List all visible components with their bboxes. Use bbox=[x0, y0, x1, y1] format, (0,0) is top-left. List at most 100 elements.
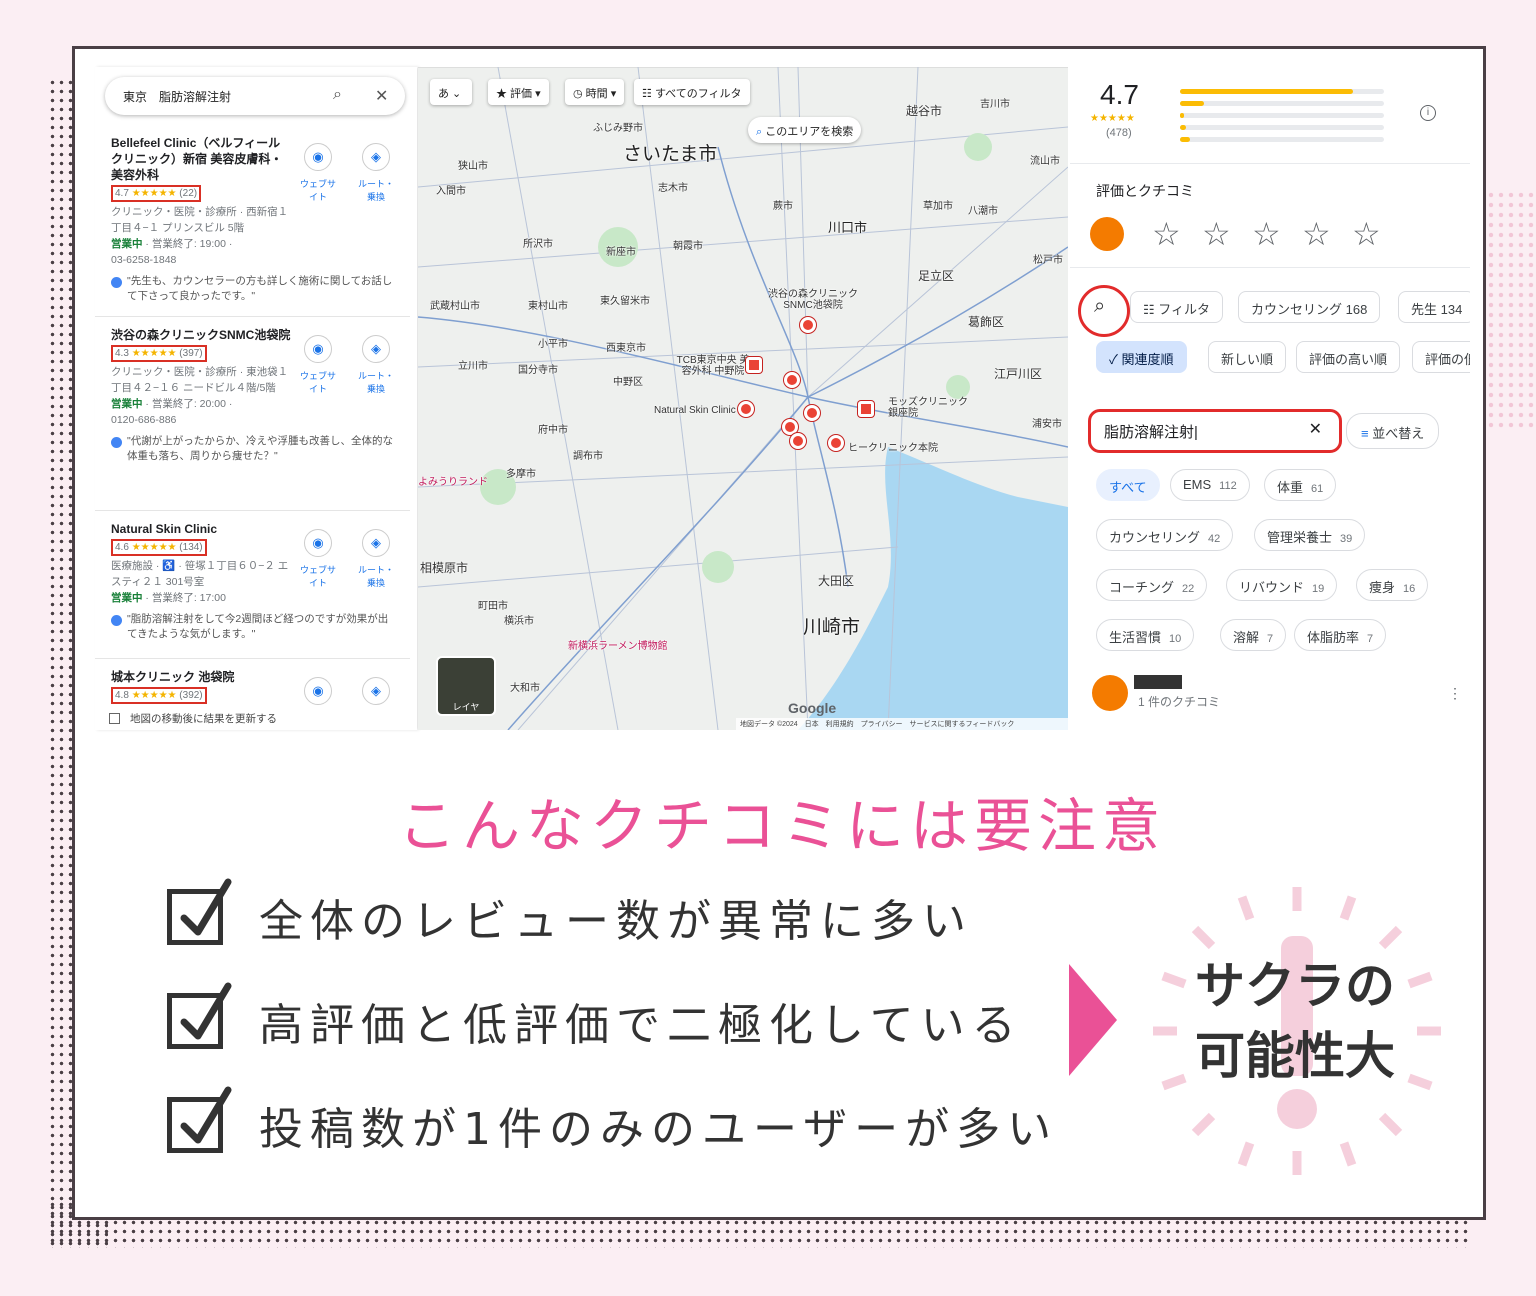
checklist-text: 高評価と低評価で二極化している bbox=[259, 1000, 1023, 1051]
time-filter-chip[interactable]: ◷ 時間 ▾ bbox=[565, 79, 625, 105]
check-icon bbox=[167, 1086, 232, 1153]
route-button[interactable]: ◈ ルート・乗換 bbox=[354, 335, 398, 395]
map-label: ヒークリニック本院 bbox=[848, 443, 938, 454]
place-name[interactable]: 渋谷の森クリニックSNMC池袋院 bbox=[111, 327, 291, 343]
sort-newest-pill[interactable]: 新しい順 bbox=[1208, 341, 1287, 373]
tag-pill[interactable]: 痩身 16 bbox=[1356, 569, 1429, 601]
place-card[interactable]: 城本クリニック 池袋院 4.8 ★★★★★ (392) ◉ ◈ bbox=[95, 661, 410, 709]
reviewer-avatar[interactable] bbox=[1092, 675, 1128, 711]
tag-pill[interactable]: 体脂肪率 7 bbox=[1294, 619, 1387, 651]
website-button[interactable]: ◉ ウェブサイト bbox=[296, 143, 340, 203]
review-total: (478) bbox=[1106, 127, 1132, 139]
rating-highlight: 4.8 ★★★★★ (392) bbox=[111, 687, 207, 704]
tag-pill[interactable]: コーチング 22 bbox=[1096, 569, 1208, 601]
place-card[interactable]: Natural Skin Clinic 4.6 ★★★★★ (134) 医療施設… bbox=[95, 513, 410, 659]
tag-all[interactable]: すべて bbox=[1096, 469, 1160, 501]
map-label: 立川市 bbox=[458, 361, 488, 372]
website-button[interactable]: ◉ ウェブサイト bbox=[296, 335, 340, 395]
map-label: 東久留米市 bbox=[600, 296, 650, 307]
topic-pill[interactable]: 先生 134 bbox=[1398, 291, 1470, 323]
bar-fill bbox=[1180, 89, 1354, 94]
close-icon[interactable]: ✕ bbox=[375, 86, 388, 106]
info-icon[interactable]: i bbox=[1420, 105, 1436, 121]
map-pin[interactable] bbox=[790, 433, 806, 449]
maps-screenshot: 東京 脂肪溶解注射 ⌕ ✕ Bellefeel Clinic（ベルフィールクリニ… bbox=[95, 67, 1470, 730]
filter-pill[interactable]: ☷ フィルタ bbox=[1130, 291, 1224, 323]
map-pin[interactable] bbox=[804, 405, 820, 421]
tag-pill[interactable]: 溶解 7 bbox=[1220, 619, 1287, 651]
divider bbox=[1070, 267, 1470, 268]
review-snippet: "脂肪溶解注射をして今2週間ほど経つのですが効果が出てきたような気がします。" bbox=[111, 612, 396, 642]
star-icon[interactable]: ☆ bbox=[1302, 215, 1331, 253]
map-pin[interactable] bbox=[828, 435, 844, 451]
star-icon[interactable]: ☆ bbox=[1252, 215, 1281, 253]
sort-relevance-pill[interactable]: ✓ 関連度順 bbox=[1096, 341, 1187, 373]
tag-pill[interactable]: 管理栄養士 39 bbox=[1254, 519, 1366, 551]
search-text: 東京 脂肪溶解注射 bbox=[123, 90, 232, 104]
map-label: さいたま市 bbox=[623, 144, 718, 165]
map-canvas[interactable]: あ ⌄ ★ 評価 ▾ ◷ 時間 ▾ ☷ すべてのフィルタ ⌕ このエリアを検索 … bbox=[418, 67, 1068, 730]
map-pin[interactable] bbox=[784, 372, 800, 388]
all-filters-chip[interactable]: ☷ すべてのフィルタ bbox=[634, 79, 750, 105]
map-label: 武蔵村山市 bbox=[430, 301, 480, 312]
map-pin[interactable] bbox=[738, 401, 754, 417]
map-label: 相模原市 bbox=[420, 561, 469, 575]
tag-pill[interactable]: カウンセリング 42 bbox=[1096, 519, 1234, 551]
filter-icon: ☷ bbox=[642, 88, 652, 100]
map-pin[interactable] bbox=[858, 401, 874, 417]
place-name[interactable]: 城本クリニック 池袋院 bbox=[111, 669, 291, 685]
place-name[interactable]: Natural Skin Clinic bbox=[111, 521, 291, 537]
bar-fill bbox=[1180, 113, 1185, 118]
infographic-card: 東京 脂肪溶解注射 ⌕ ✕ Bellefeel Clinic（ベルフィールクリニ… bbox=[72, 46, 1486, 1220]
website-button[interactable]: ◉ ウェブサイト bbox=[296, 529, 340, 589]
star-icon[interactable]: ☆ bbox=[1202, 215, 1231, 253]
place-card[interactable]: Bellefeel Clinic（ベルフィールクリニック）新宿 美容皮膚科・美容… bbox=[95, 127, 410, 317]
open-status: 営業中 bbox=[111, 398, 143, 410]
map-label: 川口市 bbox=[828, 220, 868, 235]
sort-button[interactable]: ≡ 並べ替え bbox=[1346, 413, 1440, 449]
close-icon: ✕ bbox=[1308, 421, 1322, 438]
website-button[interactable]: ◉ bbox=[296, 677, 340, 711]
globe-icon: ◉ bbox=[304, 677, 332, 705]
more-options-icon[interactable]: ⋮ bbox=[1448, 685, 1462, 702]
layers-button[interactable]: レイヤ bbox=[436, 656, 496, 716]
route-button[interactable]: ◈ ルート・乗換 bbox=[354, 529, 398, 589]
map-label: 西東京市 bbox=[606, 343, 646, 354]
place-card[interactable]: 渋谷の森クリニックSNMC池袋院 4.3 ★★★★★ (397) クリニック・医… bbox=[95, 319, 410, 511]
conclusion-text: サクラの 可能性大 bbox=[1185, 951, 1405, 1091]
route-button[interactable]: ◈ bbox=[354, 677, 398, 711]
globe-icon: ◉ bbox=[304, 529, 332, 557]
update-on-move-checkbox[interactable]: 地図の移動後に結果を更新する bbox=[109, 711, 277, 726]
map-label: 調布市 bbox=[573, 451, 603, 462]
filter-icon: ☷ bbox=[1143, 302, 1155, 317]
tag-pill[interactable]: 体重 61 bbox=[1264, 469, 1337, 501]
star-icon[interactable]: ☆ bbox=[1152, 215, 1181, 253]
search-this-area-button[interactable]: ⌕ このエリアを検索 bbox=[748, 117, 862, 143]
search-icon[interactable]: ⌕ bbox=[1094, 295, 1105, 318]
language-chip[interactable]: あ ⌄ bbox=[430, 79, 472, 105]
phone: 03-6258-1848 bbox=[111, 254, 177, 266]
star-icon[interactable]: ☆ bbox=[1352, 215, 1381, 253]
sort-lowest-pill[interactable]: 評価の低 bbox=[1412, 341, 1470, 373]
review-count: (22) bbox=[179, 188, 198, 199]
rating-highlight: 4.7 ★★★★★ (22) bbox=[111, 185, 202, 202]
tag-pill[interactable]: EMS 112 bbox=[1170, 469, 1250, 501]
map-pin[interactable] bbox=[746, 357, 762, 373]
review-count: (134) bbox=[179, 542, 203, 553]
place-name[interactable]: Bellefeel Clinic（ベルフィールクリニック）新宿 美容皮膚科・美容… bbox=[111, 135, 291, 183]
map-pin[interactable] bbox=[800, 317, 816, 333]
maps-search-input[interactable]: 東京 脂肪溶解注射 ⌕ ✕ bbox=[105, 77, 405, 115]
map-label: 府中市 bbox=[538, 425, 568, 436]
rating-filter-chip[interactable]: ★ 評価 ▾ bbox=[488, 79, 549, 105]
tag-pill[interactable]: リバウンド 19 bbox=[1226, 569, 1338, 601]
topic-pill[interactable]: カウンセリング 168 bbox=[1238, 291, 1381, 323]
search-icon[interactable]: ⌕ bbox=[333, 86, 342, 104]
globe-icon: ◉ bbox=[304, 335, 332, 363]
star-icons: ★★★★★ bbox=[131, 188, 177, 199]
hours: · 営業終了: 20:00 · bbox=[142, 398, 233, 410]
route-button[interactable]: ◈ ルート・乗換 bbox=[354, 143, 398, 203]
tag-pill[interactable]: 生活習慣 10 bbox=[1096, 619, 1195, 651]
review-search-input[interactable]: 脂肪溶解注射| ✕ bbox=[1090, 411, 1338, 451]
map-label: 町田市 bbox=[478, 601, 508, 612]
sort-highest-pill[interactable]: 評価の高い順 bbox=[1296, 341, 1401, 373]
